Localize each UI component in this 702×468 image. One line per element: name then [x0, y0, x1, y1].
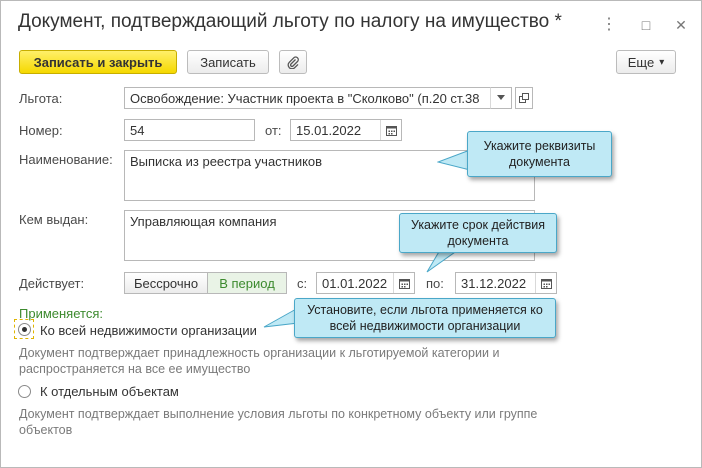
- issued-by-label: Кем выдан:: [19, 212, 89, 227]
- radio-separate-objects-label[interactable]: К отдельным объектам: [40, 384, 179, 399]
- close-icon[interactable]: ✕: [673, 17, 689, 33]
- period-button[interactable]: В период: [207, 272, 287, 294]
- from-date-field[interactable]: 01.01.2022: [316, 272, 415, 294]
- callout-details: Укажите реквизиты документа: [467, 131, 612, 177]
- callout-pointer: [437, 149, 471, 171]
- more-actions-icon[interactable]: ⋮: [601, 17, 617, 33]
- valid-label: Действует:: [19, 276, 85, 291]
- save-button[interactable]: Записать: [187, 50, 269, 74]
- more-label: Еще: [627, 54, 655, 70]
- callout-all-property: Установите, если льгота применяется ко в…: [294, 298, 556, 338]
- unlimited-button[interactable]: Бессрочно: [124, 272, 208, 294]
- date-value: 15.01.2022: [296, 123, 362, 138]
- benefit-dropdown-button[interactable]: [490, 87, 512, 109]
- attach-file-button[interactable]: [279, 50, 307, 74]
- chevron-down-icon: [497, 95, 505, 100]
- from-date-value: 01.01.2022: [322, 276, 388, 291]
- number-field[interactable]: 54: [124, 119, 255, 141]
- radio-all-property-label[interactable]: Ко всей недвижимости организации: [40, 323, 257, 338]
- benefit-field[interactable]: Освобождение: Участник проекта в "Сколко…: [124, 87, 512, 109]
- document-window: Документ, подтверждающий льготу по налог…: [0, 0, 702, 468]
- open-link-icon: [519, 93, 529, 103]
- number-label: Номер:: [19, 123, 63, 138]
- paperclip-icon: [287, 56, 299, 69]
- window-title: Документ, подтверждающий льготу по налог…: [18, 11, 562, 32]
- save-and-close-button[interactable]: Записать и закрыть: [19, 50, 177, 74]
- maximize-icon[interactable]: □: [638, 17, 654, 33]
- to-label: по:: [426, 276, 444, 291]
- from-label: с:: [297, 276, 308, 291]
- name-label: Наименование:: [19, 152, 113, 167]
- date-label: от:: [265, 123, 282, 138]
- radio-separate-objects[interactable]: [18, 385, 31, 398]
- benefit-open-button[interactable]: [515, 87, 533, 109]
- chevron-down-icon: ▾: [659, 56, 665, 68]
- callout-period: Укажите срок действия документа: [399, 213, 557, 253]
- benefit-label: Льгота:: [19, 91, 63, 106]
- radio-all-property-description: Документ подтверждает принадлежность орг…: [19, 346, 500, 376]
- calendar-icon[interactable]: [393, 273, 414, 293]
- calendar-icon[interactable]: [380, 120, 401, 140]
- radio-selected-dot: [22, 327, 27, 332]
- more-button[interactable]: Еще ▾: [616, 50, 676, 74]
- calendar-icon[interactable]: [535, 273, 556, 293]
- radio-all-property[interactable]: [18, 323, 31, 336]
- to-date-field[interactable]: 31.12.2022: [455, 272, 557, 294]
- to-date-value: 31.12.2022: [461, 276, 527, 291]
- radio-separate-objects-description: Документ подтверждает выполнение условия…: [19, 407, 538, 437]
- date-field[interactable]: 15.01.2022: [290, 119, 402, 141]
